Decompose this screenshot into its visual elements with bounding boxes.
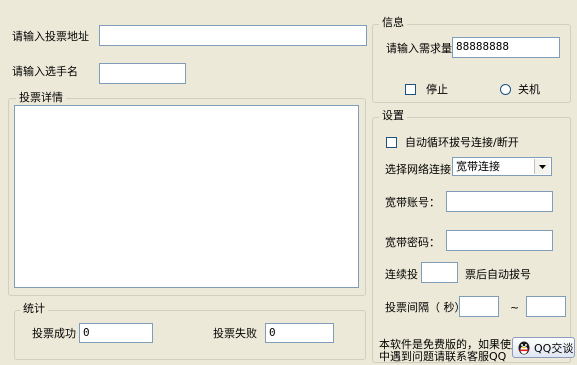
qq-chat-button[interactable]: QQ交谈	[512, 337, 575, 358]
qq-penguin-icon	[517, 340, 531, 355]
account-label: 宽带账号：	[385, 196, 440, 209]
contestant-name-input[interactable]	[99, 63, 186, 84]
demand-label: 请输入需求量	[386, 42, 452, 55]
after-dial-label: 票后自动拔号	[465, 268, 531, 281]
shutdown-radio[interactable]	[500, 84, 511, 95]
vote-url-input[interactable]	[99, 25, 367, 46]
continuous-count-input[interactable]	[421, 262, 458, 283]
success-label: 投票成功	[32, 327, 76, 340]
network-selected-value: 宽带连接	[456, 160, 500, 173]
shutdown-label: 关机	[518, 83, 540, 96]
auto-dial-checkbox[interactable]	[386, 137, 397, 148]
vote-details-title: 投票详情	[16, 91, 66, 105]
network-label: 选择网络连接	[385, 163, 451, 176]
notice-line-2: 中遇到问题请联系客服QQ	[379, 350, 507, 363]
name-label: 请输入选手名	[12, 65, 78, 78]
auto-dial-label: 自动循环拔号连接/断开	[405, 136, 519, 149]
chevron-down-icon[interactable]	[534, 159, 550, 174]
interval-from-input[interactable]	[459, 296, 499, 317]
interval-to-input[interactable]	[526, 296, 566, 317]
fail-label: 投票失败	[213, 327, 257, 340]
network-select[interactable]: 宽带连接	[452, 157, 552, 176]
demand-input[interactable]: 88888888	[452, 37, 560, 58]
interval-label: 投票间隔（ 秒）	[385, 301, 466, 314]
qq-chat-label: QQ交谈	[534, 341, 574, 355]
continuous-label: 连续投	[385, 268, 418, 281]
success-count-field: 0	[79, 323, 153, 343]
settings-title: 设置	[379, 109, 407, 123]
url-label: 请输入投票地址	[12, 30, 89, 43]
interval-separator: ~	[510, 301, 520, 314]
broadband-account-input[interactable]	[446, 191, 553, 212]
vote-details-textarea[interactable]	[14, 105, 359, 288]
fail-count-field: 0	[265, 323, 334, 343]
info-group	[372, 24, 571, 103]
password-label: 宽带密码：	[385, 236, 440, 249]
stop-label: 停止	[426, 83, 448, 96]
stop-checkbox[interactable]	[405, 84, 416, 95]
broadband-password-input[interactable]	[446, 230, 553, 251]
stats-title: 统计	[20, 302, 48, 316]
info-title: 信息	[379, 16, 407, 30]
